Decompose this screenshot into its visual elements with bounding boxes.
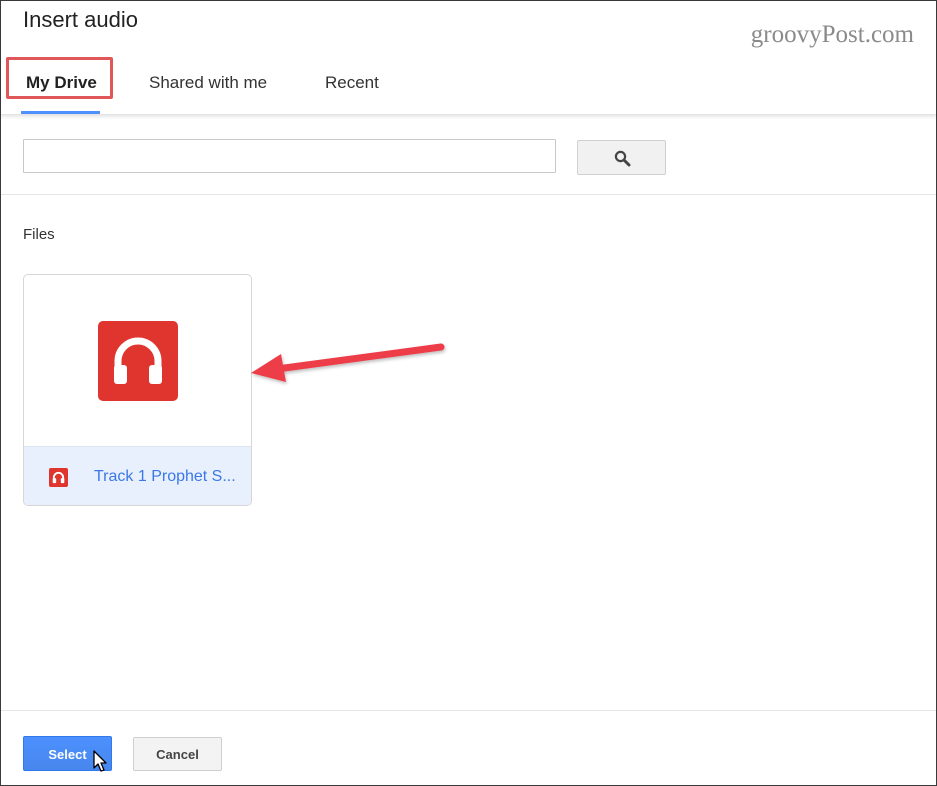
search-input[interactable] xyxy=(23,139,556,173)
insert-audio-dialog: Insert audio groovyPost.com My Drive Sha… xyxy=(0,0,937,786)
file-card-footer: Track 1 Prophet S... xyxy=(24,446,251,505)
tab-my-drive[interactable]: My Drive xyxy=(26,73,97,93)
cancel-button[interactable]: Cancel xyxy=(133,737,222,771)
audio-thumbnail xyxy=(98,321,178,401)
files-section-label: Files xyxy=(23,226,55,243)
tab-shared-with-me[interactable]: Shared with me xyxy=(149,73,267,93)
dialog-header: Insert audio groovyPost.com My Drive Sha… xyxy=(1,1,936,115)
search-button[interactable] xyxy=(577,140,666,175)
mouse-cursor-icon xyxy=(93,750,107,772)
headphones-icon xyxy=(49,468,68,487)
active-tab-indicator xyxy=(21,111,100,114)
file-name[interactable]: Track 1 Prophet S... xyxy=(94,468,236,486)
divider xyxy=(1,710,936,711)
dialog-title: Insert audio xyxy=(23,7,138,32)
headphones-icon xyxy=(114,337,162,384)
file-card[interactable]: Track 1 Prophet S... xyxy=(23,274,252,506)
watermark: groovyPost.com xyxy=(750,21,914,48)
tab-recent[interactable]: Recent xyxy=(325,73,379,93)
divider xyxy=(1,194,936,195)
annotation-arrow-icon xyxy=(251,343,445,382)
search-icon xyxy=(614,150,631,167)
